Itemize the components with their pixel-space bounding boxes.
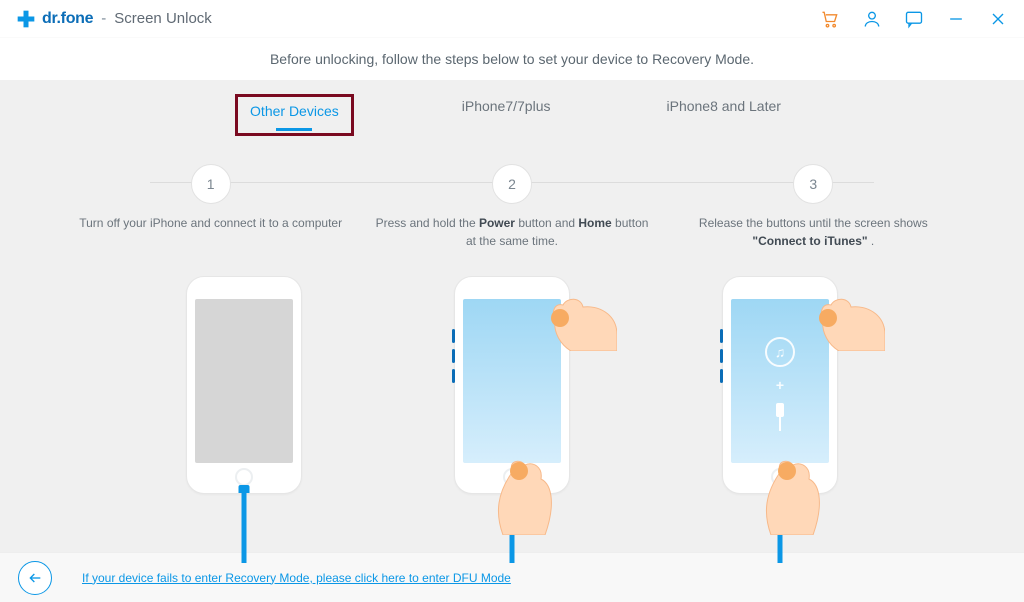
step-1-number: 1 [191,164,231,204]
steps-container: 1 Turn off your iPhone and connect it to… [0,164,1024,250]
title-separator: - [101,10,106,27]
device-tabs: Other Devices iPhone7/7plus iPhone8 and … [0,80,1024,136]
step-1-text: Turn off your iPhone and connect it to a… [70,214,351,232]
title-bar: dr.fone - Screen Unlock [0,0,1024,38]
step-1: 1 Turn off your iPhone and connect it to… [60,164,361,250]
main-panel: Other Devices iPhone7/7plus iPhone8 and … [0,80,1024,552]
app-logo: dr.fone [16,9,93,29]
dfu-mode-link[interactable]: If your device fails to enter Recovery M… [82,571,511,585]
phone-illustration-3: ♫ + [646,276,914,494]
brand-name: dr.fone [42,10,93,28]
step-2: 2 Press and hold the Power button and Ho… [361,164,662,250]
step-2-number: 2 [492,164,532,204]
instruction-text: Before unlocking, follow the steps below… [0,38,1024,80]
logo-icon [16,9,36,29]
thumb-release-home-icon [761,457,823,535]
page-title: Screen Unlock [114,10,212,27]
window-controls [820,9,1008,29]
thumb-press-home-icon [493,457,555,535]
tab-iphone7[interactable]: iPhone7/7plus [454,94,559,136]
step-2-text: Press and hold the Power button and Home… [371,214,652,250]
cart-icon[interactable] [820,9,840,29]
phone-illustration-1 [110,276,378,494]
tab-other-devices[interactable]: Other Devices [242,99,347,129]
thumb-press-power-icon [547,291,617,351]
user-icon[interactable] [862,9,882,29]
phone-illustration-2 [378,276,646,494]
close-icon[interactable] [988,9,1008,29]
step-3-text: Release the buttons until the screen sho… [673,214,954,250]
minimize-icon[interactable] [946,9,966,29]
back-button[interactable] [18,561,52,595]
step-3-number: 3 [793,164,833,204]
step-3: 3 Release the buttons until the screen s… [663,164,964,250]
tab-iphone8-later[interactable]: iPhone8 and Later [659,94,789,136]
feedback-icon[interactable] [904,9,924,29]
phone-illustrations: ♫ + [0,250,1024,494]
tab-highlight-box: Other Devices [235,94,354,136]
thumb-release-power-icon [815,291,885,351]
